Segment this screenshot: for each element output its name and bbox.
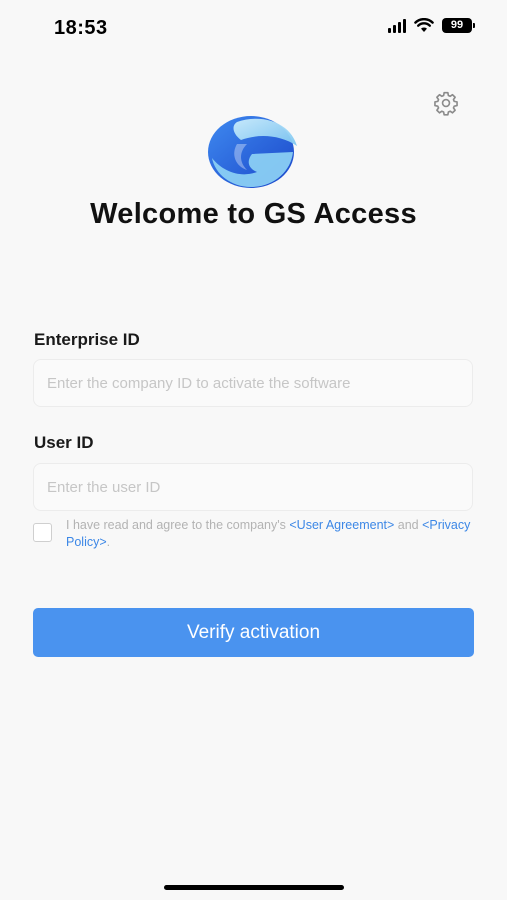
status-bar: 18:53 99 (0, 0, 507, 56)
battery-icon: 99 (442, 18, 475, 33)
status-icons: 99 (388, 18, 475, 33)
agreement-middle: and (394, 518, 423, 532)
wifi-icon (414, 18, 434, 32)
enterprise-id-input[interactable] (33, 359, 473, 407)
user-id-input[interactable] (33, 463, 473, 511)
signal-icon (388, 18, 406, 33)
user-id-label: User ID (34, 433, 94, 452)
page-title: Welcome to GS Access (90, 198, 417, 230)
verify-activation-button[interactable]: Verify activation (33, 608, 474, 657)
user-agreement-link[interactable]: <User Agreement> (289, 518, 394, 532)
agreement-text: I have read and agree to the company's <… (66, 517, 476, 551)
enterprise-id-label: Enterprise ID (34, 330, 140, 349)
settings-gear-icon[interactable] (433, 90, 459, 116)
home-indicator[interactable] (164, 885, 344, 890)
gs-logo-icon (208, 116, 297, 188)
battery-level: 99 (450, 19, 464, 31)
agreement-checkbox[interactable] (33, 523, 52, 542)
status-time: 18:53 (54, 17, 108, 39)
agreement-prefix: I have read and agree to the company's (66, 518, 290, 532)
agreement-suffix: . (106, 535, 111, 549)
